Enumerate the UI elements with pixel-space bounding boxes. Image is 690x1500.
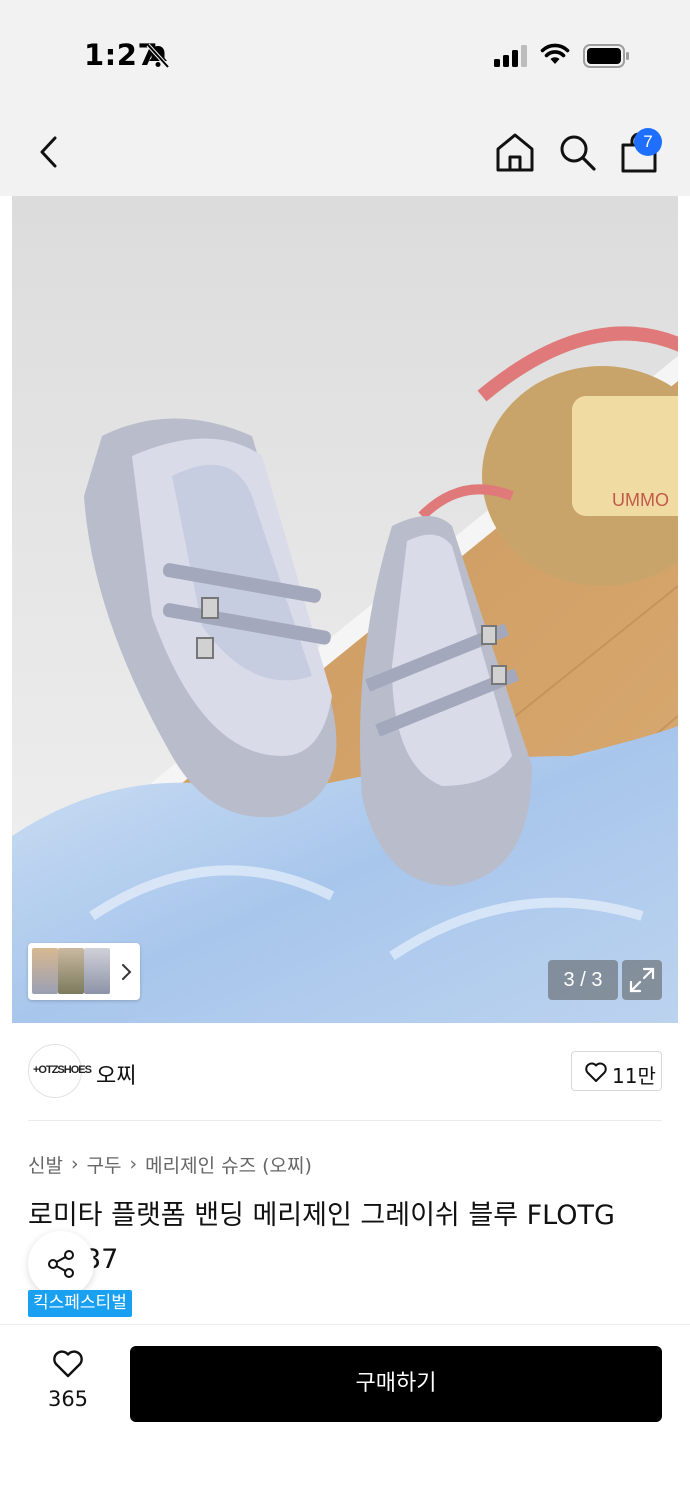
brand-logo-text: +OTZSHOES [33, 1064, 92, 1076]
festival-badge: 킥스페스티벌 [28, 1290, 132, 1317]
share-icon [48, 1250, 74, 1278]
cart-count-badge: 7 [634, 128, 662, 156]
share-button[interactable] [28, 1231, 94, 1297]
heart-icon [53, 1350, 83, 1378]
product-title-line2: 37 [84, 1244, 119, 1275]
image-counter: 3 / 3 [548, 960, 618, 1000]
product-photo: UMMO [12, 196, 678, 1023]
expand-icon [629, 967, 655, 993]
home-icon[interactable] [494, 130, 536, 174]
battery-icon [583, 44, 629, 68]
bottom-action-bar: 365 구매하기 [0, 1324, 690, 1500]
brand-logo[interactable]: +OTZSHOES [28, 1044, 92, 1098]
signal-icon [494, 45, 527, 67]
search-icon[interactable] [556, 130, 598, 174]
brand-like-count: 11만 [612, 1064, 656, 1088]
breadcrumb-item[interactable]: 신발 [28, 1151, 63, 1178]
svg-text:UMMO: UMMO [612, 490, 669, 510]
wishlist-count: 365 [47, 1387, 89, 1411]
divider [28, 1120, 662, 1121]
breadcrumb-item[interactable]: 구두 [87, 1151, 122, 1178]
brand-like-button[interactable]: 11만 [571, 1051, 662, 1091]
breadcrumb-separator: › [129, 1153, 138, 1175]
product-title: 로미타 플랫폼 밴딩 메리제인 그레이쉬 블루 FLOTG 37 [28, 1194, 668, 1282]
breadcrumb-item[interactable]: 메리제인 슈즈 (오찌) [145, 1151, 312, 1178]
buy-button[interactable]: 구매하기 [130, 1346, 662, 1422]
expand-button[interactable] [622, 960, 662, 1000]
back-icon[interactable] [30, 128, 70, 176]
brand-row: +OTZSHOES 오찌 11만 [0, 1023, 690, 1121]
heart-icon [585, 1062, 607, 1082]
chevron-right-icon[interactable] [118, 962, 134, 982]
bell-muted-icon [146, 43, 170, 69]
breadcrumb: 신발 › 구두 › 메리제인 슈즈 (오찌) [28, 1150, 312, 1178]
thumbnail-image[interactable] [58, 948, 84, 994]
wishlist-button[interactable]: 365 [28, 1345, 108, 1425]
product-title-line1: 로미타 플랫폼 밴딩 메리제인 그레이쉬 블루 FLOTG [28, 1200, 615, 1231]
nav-bar [0, 108, 690, 196]
wifi-icon [540, 43, 570, 64]
status-bar: 1:27 [0, 0, 690, 108]
breadcrumb-separator: › [70, 1153, 79, 1175]
thumbnail-image[interactable] [84, 948, 110, 994]
thumbnail-image[interactable] [32, 948, 58, 994]
brand-name[interactable]: 오찌 [96, 1058, 136, 1090]
product-image[interactable]: UMMO [12, 196, 678, 1023]
